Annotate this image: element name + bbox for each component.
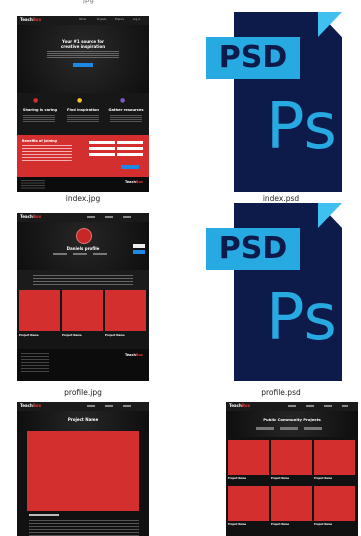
project-jpg-thumbnail[interactable]: TeachBox Project Name [17,402,149,536]
hero-text-lines [47,51,119,58]
community-card-title: Project Name [228,523,247,526]
community-card [271,486,312,521]
form-submit [121,165,139,169]
project-card-title: Project Name [105,334,125,337]
mock-logo: TeachBox [20,214,42,219]
mock-nav-item: Home [79,18,87,21]
mock-profile-header: Daniels profile [17,222,149,270]
form-field [117,147,143,150]
project-card [62,290,103,331]
feature-share-icon: ● [33,97,39,104]
project-card [105,290,146,331]
mock-footer: TeachBox [17,349,149,381]
project-card [19,290,60,331]
psd-fold [318,12,342,37]
project-meta [29,514,59,516]
project-card-title: Project Name [19,334,39,337]
form-field [89,147,115,150]
index-psd-icon[interactable]: PSD Ps [206,12,356,192]
file-label-profile-psd[interactable]: profile.psd [206,388,356,397]
file-label-profile-jpg[interactable]: profile.jpg [8,388,158,397]
community-card [314,486,355,521]
community-card-title: Project Name [271,523,290,526]
hero-title-2: creative inspiration [60,44,106,49]
feature-bulb-icon: ● [77,97,83,104]
ps-logo: Ps [266,90,337,164]
community-card-title: Project Name [228,477,247,480]
profile-button-1 [133,244,145,248]
profile-button-2 [133,250,145,254]
partial-filename-left: jpg [83,0,94,4]
community-card-title: Project Name [314,523,333,526]
mock-nav-item: Projects [97,18,107,21]
profile-psd-icon[interactable]: PSD Ps [206,203,356,383]
mock-logo: TeachBox [20,403,42,408]
mock-nav [87,216,137,218]
mock-nav [87,405,137,407]
community-card [228,486,269,521]
mock-hero: Your #1 source for creative inspiration [17,25,149,93]
ps-logo: Ps [266,281,337,355]
hero-button [73,63,93,67]
project-image [27,431,139,511]
profile-bio [17,270,149,290]
feature-title: Sharing is caring [22,108,58,112]
file-label-index-jpg[interactable]: index.jpg [8,194,158,203]
feature-text [23,115,55,123]
community-card-title: Project Name [271,477,290,480]
feature-title: Find inspiration [67,108,99,112]
mock-logo: TeachBox [229,403,251,408]
mock-nav [288,405,348,407]
community-filters [256,427,328,430]
mock-nav-item: Explore [115,18,124,21]
mock-project-header: Project Name [17,411,149,431]
form-field [89,153,115,156]
mock-logo: TeachBox [20,17,42,22]
feature-text [67,115,99,123]
mock-features: ● ● ● Sharing is caring Find inspiration… [17,93,149,135]
project-card-title: Project Name [62,334,82,337]
profile-avatar [76,228,92,244]
community-card [271,440,312,475]
community-jpg-thumbnail[interactable]: TeachBox Public Community Projects Proje… [226,402,358,536]
form-field [117,153,143,156]
psd-label: PSD [206,228,300,270]
profile-stats [53,253,113,255]
index-jpg-thumbnail[interactable]: TeachBox Home Projects Explore Log in Yo… [17,16,149,192]
mock-nav-item: Log in [133,18,141,21]
community-card [314,440,355,475]
psd-fold [318,203,342,228]
mock-topbar: TeachBox Home Projects Explore Log in [17,16,149,25]
mock-benefits: Benefits of joining [17,135,149,177]
form-field [89,141,115,144]
feature-cloud-icon: ● [120,97,126,104]
project-title: Project Name [67,417,99,422]
form-field [117,141,143,144]
project-description [29,520,139,536]
profile-projects: Project Name Project Name Project Name [17,290,149,349]
mock-footer: TeachBox [17,177,149,192]
profile-jpg-thumbnail[interactable]: TeachBox Daniels profile Project Name Pr… [17,213,149,381]
file-label-index-psd[interactable]: index.psd [206,194,356,203]
mock-topbar: TeachBox [226,402,358,411]
community-title: Public Community Projects [263,417,321,422]
mock-topbar: TeachBox [17,402,149,411]
community-card [228,440,269,475]
mock-topbar: TeachBox [17,213,149,222]
benefits-text [22,145,72,163]
community-card-title: Project Name [314,477,333,480]
profile-title: Daniels profile [66,246,100,251]
feature-title: Gather resources [108,108,144,112]
benefits-title: Benefits of joining [22,139,57,143]
mock-community-header: Public Community Projects [226,411,358,437]
psd-label: PSD [206,37,300,79]
feature-text [110,115,142,123]
